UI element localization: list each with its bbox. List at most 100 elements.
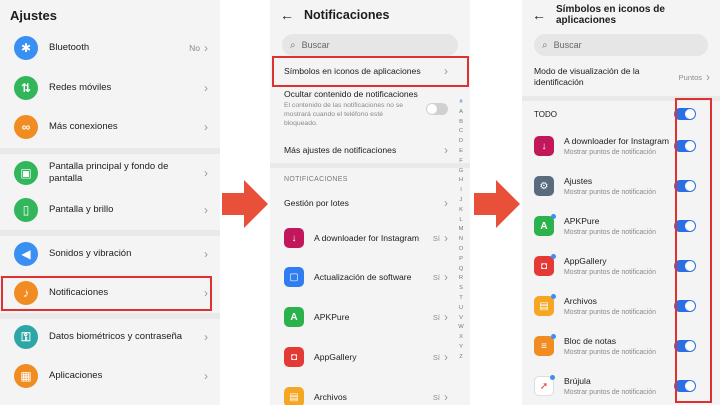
app-row[interactable]: ≡ Bloc de notas Mostrar puntos de notific… bbox=[534, 334, 696, 356]
settings-screen: Ajustes ✱ Bluetooth No › ⇅ Redes móviles… bbox=[0, 0, 220, 405]
app-row[interactable]: ◘ AppGallery Sí › bbox=[284, 346, 448, 368]
settings-item-redes-moviles[interactable]: ⇅ Redes móviles › bbox=[14, 70, 208, 106]
settings-item-mas-conexiones[interactable]: ∞ Más conexiones › bbox=[14, 109, 208, 145]
notification-dot-icon bbox=[550, 375, 555, 380]
page-title: Notificaciones bbox=[304, 8, 390, 22]
chevron-right-icon: › bbox=[444, 143, 448, 157]
app-row[interactable]: ➚ Brújula Mostrar puntos de notificación bbox=[534, 375, 696, 396]
alphabet-letter[interactable]: A bbox=[459, 108, 463, 118]
alphabet-letter[interactable]: O bbox=[459, 245, 464, 255]
app-value: Sí bbox=[432, 352, 440, 362]
alphabet-letter[interactable]: I bbox=[460, 186, 462, 196]
settings-item-biometricos[interactable]: ⚿ Datos biométricos y contraseña › bbox=[14, 319, 208, 355]
alphabet-letter[interactable]: U bbox=[459, 304, 463, 314]
app-row[interactable]: ▤ Archivos Sí › bbox=[284, 386, 448, 405]
search-input[interactable]: ⌕ Buscar bbox=[534, 34, 708, 56]
alphabet-letter[interactable]: D bbox=[459, 137, 463, 147]
alphabet-letter[interactable]: H bbox=[459, 176, 463, 186]
display-mode-label: Modo de visualización de la identificaci… bbox=[534, 66, 640, 88]
alphabet-letter[interactable]: W bbox=[458, 323, 463, 333]
alphabet-letter[interactable]: B bbox=[459, 118, 463, 128]
search-icon: ⌕ bbox=[290, 39, 296, 51]
alphabet-letter[interactable]: M bbox=[459, 225, 464, 235]
alphabet-letter[interactable]: # bbox=[459, 98, 462, 108]
chevron-right-icon: › bbox=[204, 203, 208, 217]
app-row[interactable]: ▢ Actualización de software Sí › bbox=[284, 266, 448, 288]
settings-item-aplicaciones[interactable]: ▦ Aplicaciones › bbox=[14, 358, 208, 394]
app-name: Bloc de notas bbox=[564, 336, 617, 346]
apkpure-icon: A bbox=[534, 214, 556, 236]
apps-icon: ▦ bbox=[14, 364, 38, 388]
app-value: Sí bbox=[432, 392, 440, 402]
alphabet-letter[interactable]: J bbox=[460, 196, 463, 206]
alphabet-letter[interactable]: G bbox=[459, 167, 464, 177]
hide-content-toggle[interactable] bbox=[426, 103, 448, 115]
batch-item[interactable]: Gestión por lotes › bbox=[284, 196, 448, 210]
app-value: Sí bbox=[432, 272, 440, 282]
alphabet-letter[interactable]: F bbox=[459, 157, 463, 167]
alphabet-letter[interactable]: L bbox=[459, 216, 462, 226]
alphabet-letter[interactable]: Z bbox=[459, 353, 463, 363]
section-header: NOTIFICACIONES bbox=[284, 176, 348, 183]
gear-icon: ⚙ bbox=[534, 176, 554, 196]
arrow-right-icon bbox=[474, 180, 520, 228]
chevron-right-icon: › bbox=[204, 247, 208, 261]
chevron-right-icon: › bbox=[204, 369, 208, 383]
app-row[interactable]: ↓ A downloader for Instagram Mostrar punt… bbox=[534, 136, 696, 156]
downloader-icon: ↓ bbox=[534, 136, 554, 156]
alphabet-letter[interactable]: N bbox=[459, 235, 463, 245]
search-icon: ⌕ bbox=[542, 39, 548, 51]
chevron-right-icon: › bbox=[204, 120, 208, 134]
app-row[interactable]: ▤ Archivos Mostrar puntos de notificación bbox=[534, 294, 696, 316]
chevron-right-icon: › bbox=[444, 231, 448, 245]
app-row[interactable]: ◘ AppGallery Mostrar puntos de notificaci… bbox=[534, 254, 696, 276]
notification-dot-icon bbox=[551, 214, 556, 219]
chevron-right-icon: › bbox=[706, 70, 710, 85]
alphabet-letter[interactable]: E bbox=[459, 147, 463, 157]
app-name: Actualización de software bbox=[314, 272, 412, 282]
alphabet-letter[interactable]: V bbox=[459, 314, 463, 324]
alphabet-letter[interactable]: S bbox=[459, 284, 463, 294]
alphabet-letter[interactable]: P bbox=[459, 255, 463, 265]
notification-dot-icon bbox=[551, 254, 556, 259]
settings-item-label: Datos biométricos y contraseña bbox=[49, 330, 183, 342]
app-row[interactable]: A APKPure Sí › bbox=[284, 306, 448, 328]
search-input[interactable]: ⌕ Buscar bbox=[282, 34, 458, 56]
app-name: APKPure bbox=[564, 216, 600, 226]
app-name: AppGallery bbox=[564, 256, 607, 266]
settings-item-value: No bbox=[189, 43, 200, 53]
highlight-box-toggles bbox=[675, 98, 712, 403]
app-row[interactable]: ↓ A downloader for Instagram Sí › bbox=[284, 227, 448, 249]
back-arrow-icon[interactable]: ← bbox=[280, 7, 294, 23]
hide-content-item[interactable]: Ocultar contenido de notificaciones El c… bbox=[284, 89, 448, 129]
settings-item-bluetooth[interactable]: ✱ Bluetooth No › bbox=[14, 30, 208, 66]
chevron-right-icon: › bbox=[444, 196, 448, 210]
alphabet-letter[interactable]: Q bbox=[459, 265, 464, 275]
image-icon: ▣ bbox=[14, 161, 38, 185]
app-subtitle: Mostrar puntos de notificación bbox=[564, 309, 656, 316]
alphabet-letter[interactable]: C bbox=[459, 127, 463, 137]
alphabet-letter[interactable]: Y bbox=[459, 343, 463, 353]
alphabet-letter[interactable]: X bbox=[459, 333, 463, 343]
settings-item-pantalla-principal[interactable]: ▣ Pantalla principal y fondo de pantalla… bbox=[14, 153, 208, 193]
all-toggle-item[interactable]: TODO bbox=[534, 108, 696, 120]
display-mode-item[interactable]: Modo de visualización de la identificaci… bbox=[534, 66, 710, 88]
tutorial-canvas: Ajustes ✱ Bluetooth No › ⇅ Redes móviles… bbox=[0, 0, 720, 405]
app-row[interactable]: ⚙ Ajustes Mostrar puntos de notificación bbox=[534, 176, 696, 196]
settings-item-pantalla-brillo[interactable]: ▯ Pantalla y brillo › bbox=[14, 192, 208, 228]
alphabet-index[interactable]: # A B C D E F G H I J K L M N O P Q R S T U V W X Y Z bbox=[456, 98, 466, 363]
alphabet-letter[interactable]: T bbox=[459, 294, 463, 304]
more-settings-item[interactable]: Más ajustes de notificaciones › bbox=[284, 143, 448, 157]
alphabet-letter[interactable]: R bbox=[459, 274, 463, 284]
settings-item-sonidos[interactable]: ◀ Sonidos y vibración › bbox=[14, 236, 208, 272]
app-name: Ajustes bbox=[564, 176, 593, 186]
app-row[interactable]: A APKPure Mostrar puntos de notificación bbox=[534, 214, 696, 236]
back-arrow-icon[interactable]: ← bbox=[532, 7, 546, 23]
all-label: TODO bbox=[534, 109, 557, 119]
alphabet-letter[interactable]: K bbox=[459, 206, 463, 216]
folder-icon: ▤ bbox=[534, 294, 556, 316]
chevron-right-icon: › bbox=[444, 310, 448, 324]
app-subtitle: Mostrar puntos de notificación bbox=[564, 389, 656, 396]
app-subtitle: Mostrar puntos de notificación bbox=[564, 349, 656, 356]
signal-icon: ⇅ bbox=[14, 76, 38, 100]
